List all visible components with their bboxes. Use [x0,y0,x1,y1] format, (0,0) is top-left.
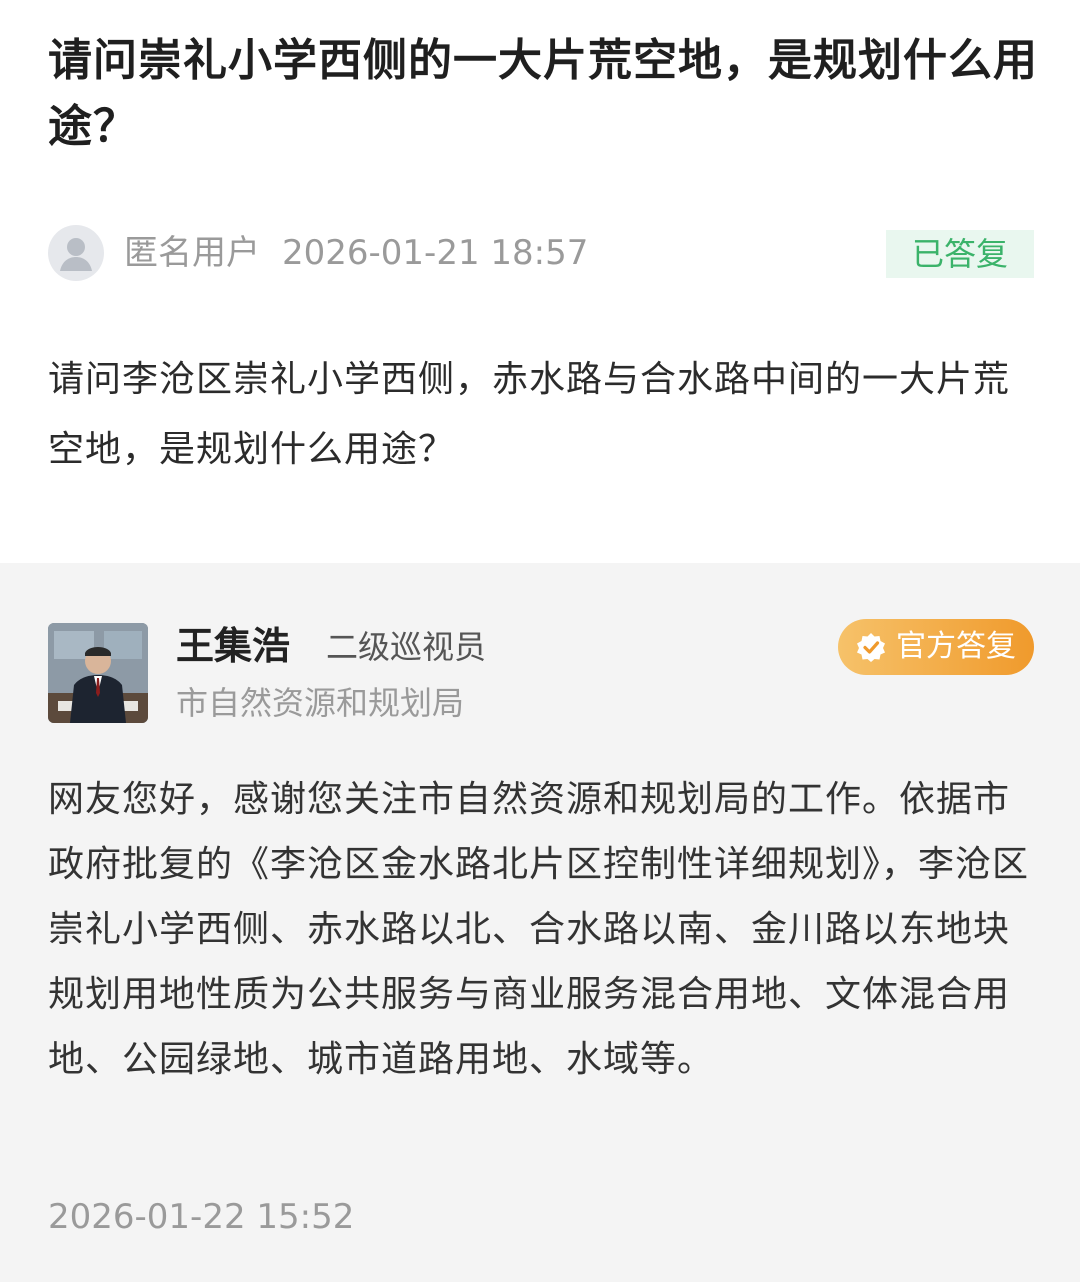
question-section: 请问崇礼小学西侧的一大片荒空地，是规划什么用途？ 匿名用户 2026-01-21… [0,0,1080,563]
question-body: 请问李沧区崇礼小学西侧，赤水路与合水路中间的一大片荒空地，是规划什么用途？ [48,359,1011,470]
answer-section: 王集浩 二级巡视员 市自然资源和规划局 官方答复 网友您好，感谢您关注市自然资源… [0,563,1080,1282]
official-avatar[interactable] [48,623,148,723]
answer-body: 网友您好，感谢您关注市自然资源和规划局的工作。依据市政府批复的《李沧区金水路北片… [48,779,1030,1080]
asker-name[interactable]: 匿名用户 [124,231,260,275]
asker-avatar-icon[interactable] [48,225,104,281]
official-answer-badge: 官方答复 [838,619,1034,675]
status-badge: 已答复 [886,230,1034,278]
official-title: 二级巡视员 [326,628,487,666]
official-badge-label: 官方答复 [896,629,1016,664]
question-title: 请问崇礼小学西侧的一大片荒空地，是规划什么用途？ [48,35,1038,152]
answer-timestamp: 2026-01-22 15:52 [48,1197,355,1237]
verified-check-icon [857,633,885,662]
official-department[interactable]: 市自然资源和规划局 [176,681,464,725]
question-timestamp: 2026-01-21 18:57 [282,233,589,273]
official-name: 王集浩 [176,624,291,668]
